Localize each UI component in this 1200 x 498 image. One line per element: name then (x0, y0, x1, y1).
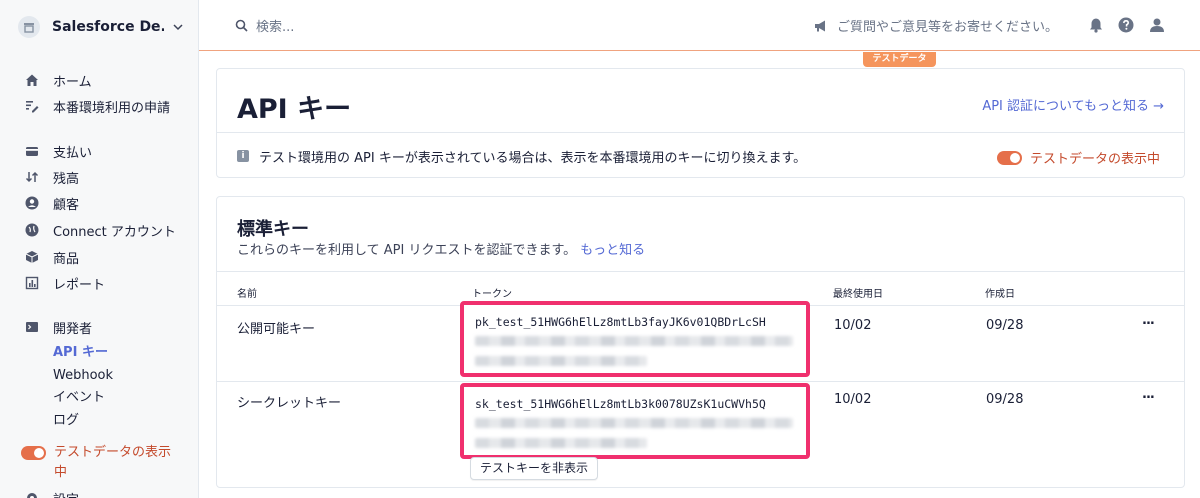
sidebar-item-label: 本番環境利用の申請 (53, 100, 171, 116)
page-title: API キー (237, 94, 352, 125)
sidebar-item-label: レポート (53, 277, 106, 293)
sidebar-item-label: 支払い (53, 145, 93, 161)
help-icon[interactable] (1118, 17, 1134, 33)
report-icon (24, 275, 40, 291)
sidebar-sub-events[interactable]: イベント (53, 389, 105, 407)
arrows-icon (24, 169, 40, 185)
sidebar-sub-webhook[interactable]: Webhook (53, 367, 113, 385)
test-mode-info: テスト環境用の API キーが表示されている場合は、表示を本番環境用のキーに切り… (259, 151, 807, 166)
search-icon (235, 19, 248, 32)
sidebar-test-data-toggle[interactable]: テストデータの表示中 (21, 445, 179, 483)
sidebar-item-reports[interactable]: レポート (24, 273, 105, 293)
section-title: 標準キー (237, 219, 309, 240)
pencil-list-icon (24, 98, 40, 114)
created-date: 09/28 (986, 392, 1024, 407)
chevron-down-icon (173, 24, 183, 31)
toggle-label: テストデータの表示中 (1030, 152, 1161, 167)
last-used-date: 10/02 (834, 392, 872, 407)
publishable-token: pk_test_51HWG6hElLz8mtLb3fayJK6v01QBDrLc… (475, 315, 766, 329)
sidebar-sub-logs[interactable]: ログ (53, 412, 79, 430)
column-header-name: 名前 (237, 289, 257, 300)
column-header-last-used: 最終使用日 (833, 289, 883, 300)
key-name-secret: シークレットキー (237, 396, 342, 411)
sidebar-item-products[interactable]: 商品 (24, 247, 79, 267)
box-icon (24, 249, 40, 265)
user-icon[interactable] (1149, 17, 1165, 33)
sidebar-item-connect[interactable]: Connect アカウント (24, 220, 176, 240)
test-data-toggle[interactable]: テストデータの表示中 (997, 148, 1160, 167)
masked-token-line (475, 438, 647, 448)
hide-test-key-button[interactable]: テストキーを非表示 (470, 457, 598, 480)
sidebar-sub-api-keys[interactable]: API キー (53, 344, 108, 362)
sidebar-item-label: 開発者 (53, 321, 93, 337)
divider (217, 132, 1184, 133)
masked-token-line (475, 418, 793, 428)
test-data-badge: テストデータ (863, 52, 936, 67)
info-icon: i (237, 150, 249, 162)
globe-icon (24, 222, 40, 238)
megaphone-icon (815, 20, 825, 31)
row-menu-button[interactable]: ... (1142, 387, 1155, 402)
sidebar-item-label: Connect アカウント (53, 224, 176, 240)
sidebar-item-customers[interactable]: 顧客 (24, 193, 79, 213)
sidebar-toggle-label: テストデータの表示中 (54, 445, 172, 480)
feedback-text: ご質問やご意見等をお寄せください。 (837, 20, 1059, 35)
search-input[interactable]: 検索... (235, 16, 294, 35)
sidebar-item-payments[interactable]: 支払い (24, 141, 92, 161)
sidebar-item-home[interactable]: ホーム (24, 70, 92, 90)
sidebar-item-label: ホーム (53, 74, 92, 90)
sidebar: Salesforce De... ホーム 本番環境利用の申請 支払い 残高 顧客… (0, 0, 199, 498)
standard-keys-card: 標準キー これらのキーを利用して API リクエストを認証できます。 もっと知る … (216, 196, 1185, 488)
account-switcher[interactable]: Salesforce De... (18, 14, 190, 40)
home-icon (24, 72, 40, 88)
toggle-switch[interactable] (21, 446, 46, 460)
last-used-date: 10/02 (834, 318, 872, 333)
description-text: これらのキーを利用して API リクエストを認証できます。 (237, 243, 577, 258)
sidebar-item-label: 商品 (53, 251, 80, 267)
sidebar-item-balances[interactable]: 残高 (24, 167, 79, 187)
section-description: これらのキーを利用して API リクエストを認証できます。 もっと知る (237, 239, 645, 258)
key-name-publishable: 公開可能キー (237, 322, 316, 337)
bell-icon[interactable] (1088, 17, 1104, 33)
masked-token-line (475, 356, 647, 366)
row-menu-button[interactable]: ... (1142, 313, 1155, 328)
api-auth-doc-link[interactable]: API 認証についてもっと知る → (982, 95, 1164, 114)
wallet-icon (24, 143, 40, 159)
secret-token: sk_test_51HWG6hElLz8mtLb3k0078UZsK1uCWVh… (475, 397, 766, 411)
sidebar-item-label: 設定 (53, 489, 79, 498)
secret-token-highlight[interactable]: sk_test_51HWG6hElLz8mtLb3k0078UZsK1uCWVh… (460, 383, 810, 459)
api-keys-header-card: API キー API 認証についてもっと知る → i テスト環境用の API キ… (216, 68, 1185, 178)
search-placeholder: 検索... (256, 20, 295, 35)
column-header-created: 作成日 (985, 289, 1015, 300)
column-header-token: トークン (472, 289, 512, 300)
store-icon (18, 16, 40, 38)
gear-icon (24, 490, 40, 498)
topbar: 検索... ご質問やご意見等をお寄せください。 テストデータ (199, 0, 1200, 67)
sidebar-item-label: 顧客 (53, 197, 80, 213)
feedback-link[interactable]: ご質問やご意見等をお寄せください。 (814, 16, 1058, 35)
sidebar-item-settings[interactable]: 設定 (24, 488, 79, 498)
toggle-switch[interactable] (997, 150, 1022, 165)
terminal-icon (24, 319, 40, 335)
created-date: 09/28 (986, 318, 1024, 333)
row-divider (217, 381, 1184, 382)
sidebar-item-activate[interactable]: 本番環境利用の申請 (24, 96, 170, 116)
user-circle-icon (24, 195, 40, 211)
learn-more-link[interactable]: もっと知る (580, 243, 645, 258)
masked-token-line (475, 336, 793, 346)
account-name: Salesforce De... (52, 19, 164, 35)
publishable-token-highlight[interactable]: pk_test_51HWG6hElLz8mtLb3fayJK6v01QBDrLc… (460, 301, 810, 377)
sidebar-item-developers[interactable]: 開発者 (24, 317, 92, 337)
sidebar-item-label: 残高 (53, 171, 80, 187)
